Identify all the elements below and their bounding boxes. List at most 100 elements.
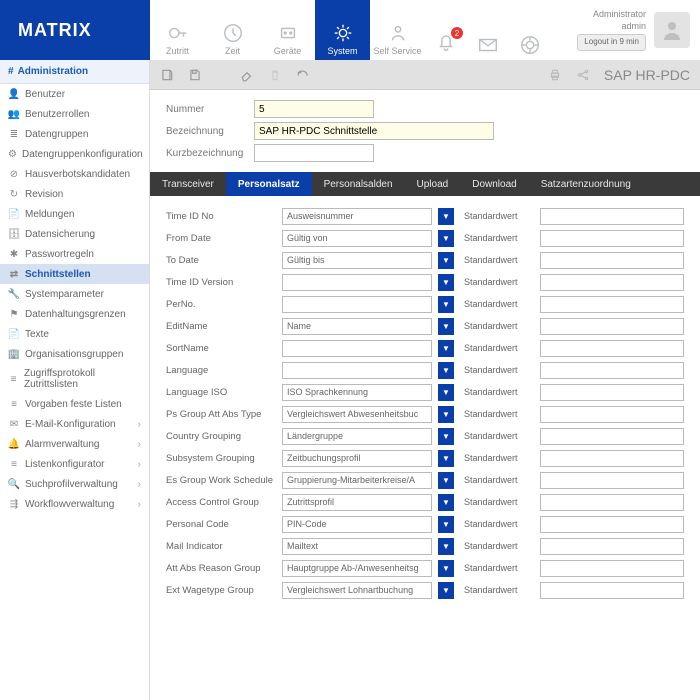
dropdown-icon[interactable]: ▼ [438, 428, 454, 445]
nav-notifications[interactable] [425, 0, 467, 60]
sidebar-item-11[interactable]: ⚑Datenhaltungsgrenzen [0, 304, 149, 324]
std-input[interactable] [540, 252, 684, 269]
sidebar-item-14[interactable]: ≡Zugriffsprotokoll Zutrittslisten [0, 364, 149, 394]
sidebar-item-20[interactable]: ⇶Workflowverwaltung› [0, 494, 149, 514]
dropdown-icon[interactable]: ▼ [438, 538, 454, 555]
new-icon[interactable] [160, 68, 174, 82]
row-select[interactable]: Ländergruppe [282, 428, 432, 445]
sidebar-item-10[interactable]: 🔧Systemparameter [0, 284, 149, 304]
std-input[interactable] [540, 318, 684, 335]
dropdown-icon[interactable]: ▼ [438, 362, 454, 379]
row-select[interactable]: PIN-Code [282, 516, 432, 533]
std-input[interactable] [540, 494, 684, 511]
undo-icon[interactable] [296, 68, 310, 82]
nummer-input[interactable] [254, 100, 374, 118]
dropdown-icon[interactable]: ▼ [438, 406, 454, 423]
row-select[interactable] [282, 362, 432, 379]
row-select[interactable]: Gruppierung-Mitarbeiterkreise/A [282, 472, 432, 489]
logout-button[interactable]: Logout in 9 min [577, 34, 646, 50]
sidebar-header[interactable]: # Administration [0, 60, 149, 84]
std-input[interactable] [540, 384, 684, 401]
sidebar-item-6[interactable]: 📄Meldungen [0, 204, 149, 224]
sidebar-item-8[interactable]: ✱Passwortregeln [0, 244, 149, 264]
dropdown-icon[interactable]: ▼ [438, 472, 454, 489]
sidebar-item-13[interactable]: 🏢Organisationsgruppen [0, 344, 149, 364]
nav-zutritt[interactable]: Zutritt [150, 0, 205, 60]
std-input[interactable] [540, 472, 684, 489]
std-input[interactable] [540, 516, 684, 533]
sidebar-item-19[interactable]: 🔍Suchprofilverwaltung› [0, 474, 149, 494]
row-select[interactable]: Mailtext [282, 538, 432, 555]
dropdown-icon[interactable]: ▼ [438, 252, 454, 269]
row-select[interactable]: Name [282, 318, 432, 335]
nav-selfservice[interactable]: Self Service [370, 0, 425, 60]
save-icon[interactable] [188, 68, 202, 82]
dropdown-icon[interactable]: ▼ [438, 450, 454, 467]
tab-personalsatz[interactable]: Personalsatz [226, 172, 312, 196]
row-select[interactable]: Ausweisnummer [282, 208, 432, 225]
sidebar-item-18[interactable]: ≡Listenkonfigurator› [0, 454, 149, 474]
sidebar-item-17[interactable]: 🔔Alarmverwaltung› [0, 434, 149, 454]
sidebar-item-3[interactable]: ⚙Datengruppenkonfiguration [0, 144, 149, 164]
std-input[interactable] [540, 560, 684, 577]
sidebar-item-15[interactable]: ≡Vorgaben feste Listen [0, 394, 149, 414]
row-select[interactable]: Zutrittsprofil [282, 494, 432, 511]
tab-download[interactable]: Download [460, 172, 528, 196]
std-input[interactable] [540, 428, 684, 445]
nav-system[interactable]: System [315, 0, 370, 60]
row-select[interactable] [282, 274, 432, 291]
tab-transceiver[interactable]: Transceiver [150, 172, 226, 196]
std-input[interactable] [540, 230, 684, 247]
dropdown-icon[interactable]: ▼ [438, 516, 454, 533]
row-select[interactable]: Zeitbuchungsprofil [282, 450, 432, 467]
bezeichnung-input[interactable] [254, 122, 494, 140]
tab-satzartenzuordnung[interactable]: Satzartenzuordnung [529, 172, 643, 196]
dropdown-icon[interactable]: ▼ [438, 230, 454, 247]
avatar[interactable] [654, 12, 690, 48]
std-input[interactable] [540, 208, 684, 225]
sidebar-item-12[interactable]: 📄Texte [0, 324, 149, 344]
row-select[interactable]: Vergleichswert Lohnartbuchung [282, 582, 432, 599]
std-input[interactable] [540, 340, 684, 357]
sidebar-item-1[interactable]: 👥Benutzerrollen [0, 104, 149, 124]
delete-icon[interactable] [268, 68, 282, 82]
dropdown-icon[interactable]: ▼ [438, 560, 454, 577]
row-select[interactable]: Hauptgruppe Ab-/Anwesenheitsg [282, 560, 432, 577]
dropdown-icon[interactable]: ▼ [438, 582, 454, 599]
sidebar-item-0[interactable]: 👤Benutzer [0, 84, 149, 104]
std-input[interactable] [540, 406, 684, 423]
row-select[interactable] [282, 340, 432, 357]
std-input[interactable] [540, 362, 684, 379]
dropdown-icon[interactable]: ▼ [438, 494, 454, 511]
dropdown-icon[interactable]: ▼ [438, 208, 454, 225]
kurz-input[interactable] [254, 144, 374, 162]
dropdown-icon[interactable]: ▼ [438, 296, 454, 313]
nav-zeit[interactable]: Zeit [205, 0, 260, 60]
sidebar-item-4[interactable]: ⊘Hausverbotskandidaten [0, 164, 149, 184]
erase-icon[interactable] [240, 68, 254, 82]
nav-help[interactable] [509, 0, 551, 60]
print-icon[interactable] [548, 68, 562, 82]
dropdown-icon[interactable]: ▼ [438, 340, 454, 357]
std-input[interactable] [540, 582, 684, 599]
row-select[interactable]: Vergleichswert Abwesenheitsbuc [282, 406, 432, 423]
nav-geraete[interactable]: Geräte [260, 0, 315, 60]
share-icon[interactable] [576, 68, 590, 82]
sidebar-item-7[interactable]: 🗄Datensicherung [0, 224, 149, 244]
row-select[interactable]: Gültig von [282, 230, 432, 247]
dropdown-icon[interactable]: ▼ [438, 274, 454, 291]
dropdown-icon[interactable]: ▼ [438, 318, 454, 335]
std-input[interactable] [540, 274, 684, 291]
tab-upload[interactable]: Upload [405, 172, 461, 196]
nav-messages[interactable] [467, 0, 509, 60]
row-select[interactable]: Gültig bis [282, 252, 432, 269]
std-input[interactable] [540, 296, 684, 313]
dropdown-icon[interactable]: ▼ [438, 384, 454, 401]
row-select[interactable] [282, 296, 432, 313]
tab-personalsalden[interactable]: Personalsalden [312, 172, 405, 196]
sidebar-item-5[interactable]: ↻Revision [0, 184, 149, 204]
sidebar-item-16[interactable]: ✉E-Mail-Konfiguration› [0, 414, 149, 434]
std-input[interactable] [540, 450, 684, 467]
sidebar-item-2[interactable]: ≣Datengruppen [0, 124, 149, 144]
row-select[interactable]: ISO Sprachkennung [282, 384, 432, 401]
